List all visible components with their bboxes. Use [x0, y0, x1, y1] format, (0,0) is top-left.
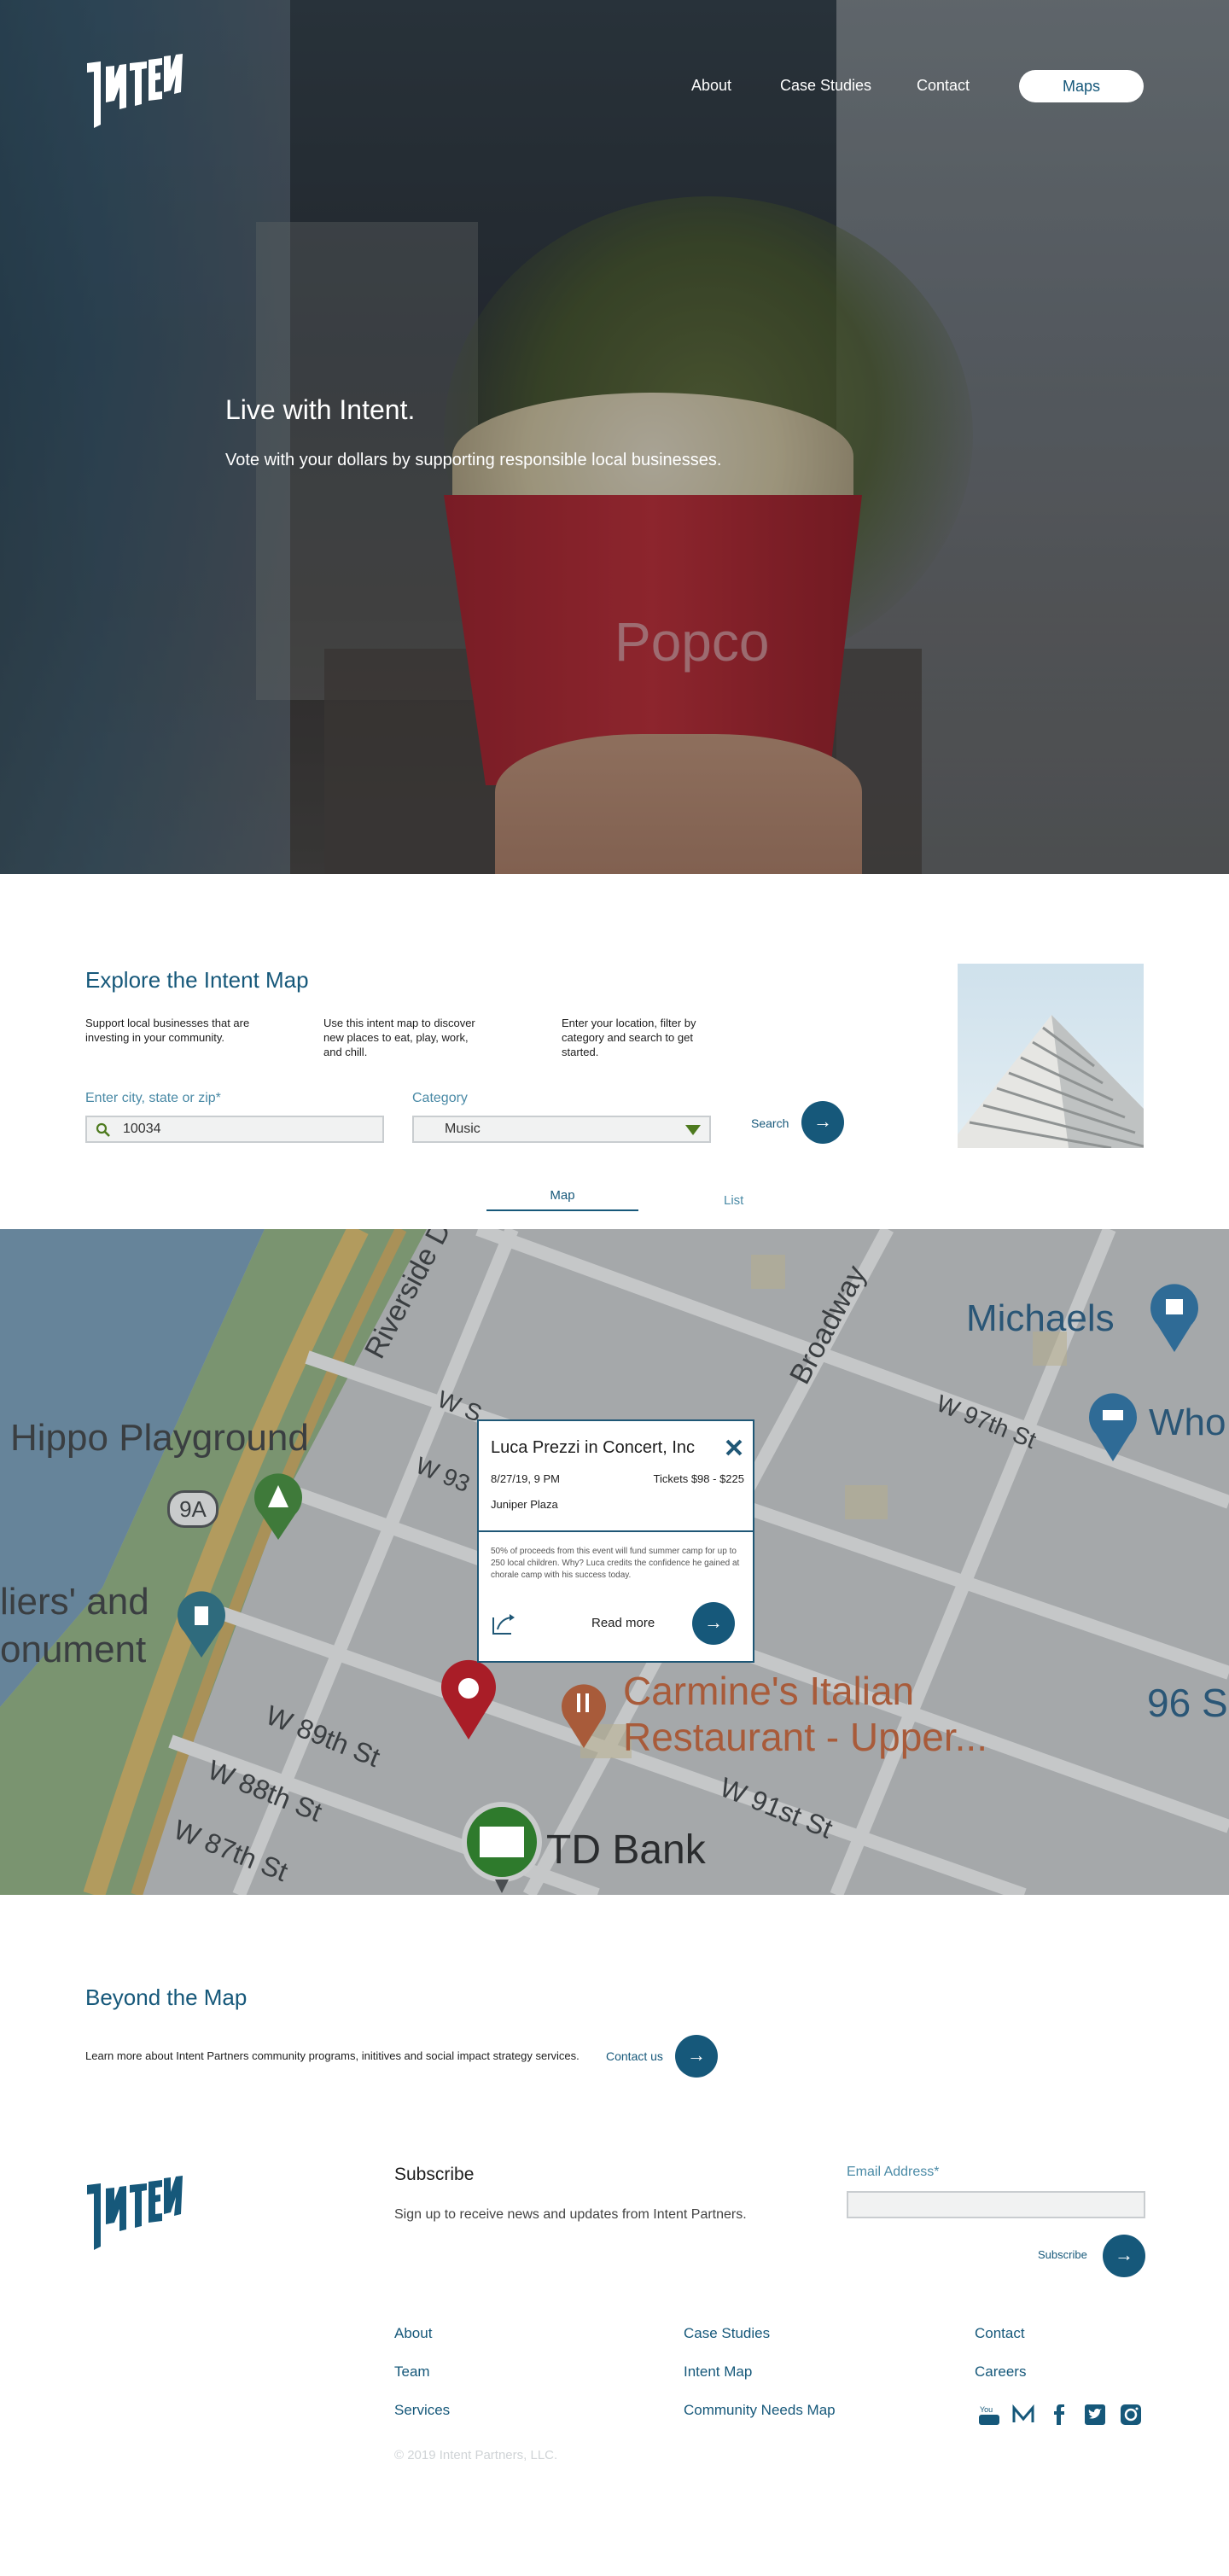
nav-case-studies[interactable]: Case Studies [780, 77, 871, 95]
route-shield-9a: 9A [167, 1490, 218, 1528]
hero-section: Popco [0, 0, 1229, 874]
restaurant-pin-icon [562, 1684, 606, 1748]
subscribe-title: Subscribe [394, 2165, 475, 2184]
footer-link-community[interactable]: Community Needs Map [684, 2402, 836, 2419]
popup-tickets: Tickets $98 - $225 [653, 1472, 744, 1485]
main-nav: About Case Studies Contact Maps [0, 70, 1229, 104]
building-image [958, 964, 1144, 1148]
medium-icon[interactable] [1012, 2404, 1034, 2426]
map-label-monument: onument [0, 1629, 147, 1670]
intent-logo-icon [87, 2176, 183, 2250]
beyond-text: Learn more about Intent Partners communi… [85, 2049, 580, 2062]
tab-map[interactable]: Map [486, 1188, 638, 1211]
beyond-contact-link[interactable]: Contact us [606, 2049, 663, 2063]
location-label: Enter city, state or zip* [85, 1091, 221, 1105]
tab-list[interactable]: List [724, 1193, 743, 1208]
map-label-soldiers: liers' and [0, 1581, 149, 1623]
twitter-icon[interactable] [1084, 2404, 1106, 2426]
footer-link-services[interactable]: Services [394, 2402, 450, 2419]
location-value: 10034 [123, 1122, 161, 1136]
hero-overlay [0, 0, 1229, 874]
copyright: © 2019 Intent Partners, LLC. [394, 2448, 558, 2462]
map-label-who: Who [1149, 1402, 1226, 1443]
youtube-icon[interactable]: You [978, 2404, 1000, 2426]
category-label: Category [412, 1091, 468, 1105]
popup-read-more-button[interactable]: → [692, 1602, 735, 1645]
shopping-pin-icon [1150, 1284, 1198, 1352]
nav-about[interactable]: About [691, 77, 731, 95]
event-popup: Luca Prezzi in Concert, Inc 8/27/19, 9 P… [477, 1419, 754, 1663]
close-icon[interactable] [725, 1438, 743, 1457]
footer-link-careers[interactable]: Careers [975, 2363, 1026, 2381]
arrow-right-icon: → [687, 2044, 706, 2066]
search-button[interactable]: → [801, 1101, 844, 1144]
category-select[interactable]: Music [412, 1116, 711, 1143]
arrow-right-icon: → [704, 1611, 723, 1633]
search-icon [96, 1122, 110, 1137]
footer-link-team[interactable]: Team [394, 2363, 430, 2381]
monument-pin-icon [178, 1591, 225, 1658]
explore-text-3: Enter your location, filter by category … [562, 1017, 696, 1058]
share-icon[interactable] [491, 1611, 516, 1636]
popup-read-more[interactable]: Read more [591, 1616, 655, 1630]
td-bank-pin-icon [462, 1802, 542, 1893]
explore-text-1: Support local businesses that are invest… [85, 1017, 250, 1044]
explore-text-2: Use this intent map to discover new plac… [323, 1017, 475, 1058]
footer-link-intent-map[interactable]: Intent Map [684, 2363, 752, 2381]
category-value: Music [445, 1122, 481, 1136]
footer-link-contact[interactable]: Contact [975, 2325, 1025, 2342]
subscribe-label[interactable]: Subscribe [1038, 2248, 1087, 2261]
map-label-hippo: Hippo Playground [10, 1417, 309, 1459]
footer-link-about[interactable]: About [394, 2325, 432, 2342]
search-label[interactable]: Search [751, 1116, 789, 1130]
map-label-carmines-1: Carmine's Italian [623, 1669, 915, 1713]
footer-link-case-studies[interactable]: Case Studies [684, 2325, 770, 2342]
subscribe-button[interactable]: → [1103, 2235, 1145, 2277]
location-input[interactable]: 10034 [85, 1116, 384, 1143]
nav-maps-button[interactable]: Maps [1019, 70, 1144, 102]
instagram-icon[interactable] [1120, 2404, 1142, 2426]
svg-text:You: You [980, 2405, 993, 2414]
hero-title: Live with Intent. [225, 394, 416, 425]
map-label-td-bank: TD Bank [546, 1827, 706, 1873]
email-input[interactable] [847, 2191, 1145, 2218]
popup-venue: Juniper Plaza [491, 1498, 558, 1511]
arrow-right-icon: → [1115, 2244, 1133, 2265]
cart-pin-icon [1089, 1393, 1137, 1461]
map-label-96: 96 S [1147, 1681, 1228, 1725]
subscribe-text: Sign up to receive news and updates from… [394, 2207, 747, 2222]
facebook-icon[interactable] [1048, 2404, 1070, 2426]
map-label-carmines-2: Restaurant - Upper... [623, 1715, 987, 1759]
email-label: Email Address* [847, 2165, 940, 2179]
hero-subtitle: Vote with your dollars by supporting res… [225, 451, 722, 469]
popup-divider [479, 1530, 753, 1532]
selected-location-pin-icon[interactable] [439, 1659, 498, 1741]
nav-contact[interactable]: Contact [917, 77, 970, 95]
explore-title: Explore the Intent Map [85, 967, 309, 993]
beyond-contact-button[interactable]: → [675, 2035, 718, 2078]
popup-description: 50% of proceeds from this event will fun… [491, 1547, 740, 1580]
map-label-michaels: Michaels [966, 1297, 1115, 1339]
dropdown-arrow-icon [685, 1125, 701, 1135]
building-illustration [958, 1015, 1144, 1148]
footer-logo[interactable] [85, 2165, 186, 2250]
beyond-title: Beyond the Map [85, 1984, 248, 2010]
arrow-right-icon: → [813, 1110, 832, 1132]
park-pin-icon [254, 1473, 302, 1540]
popup-datetime: 8/27/19, 9 PM [491, 1472, 560, 1485]
popup-title: Luca Prezzi in Concert, Inc [491, 1438, 695, 1457]
